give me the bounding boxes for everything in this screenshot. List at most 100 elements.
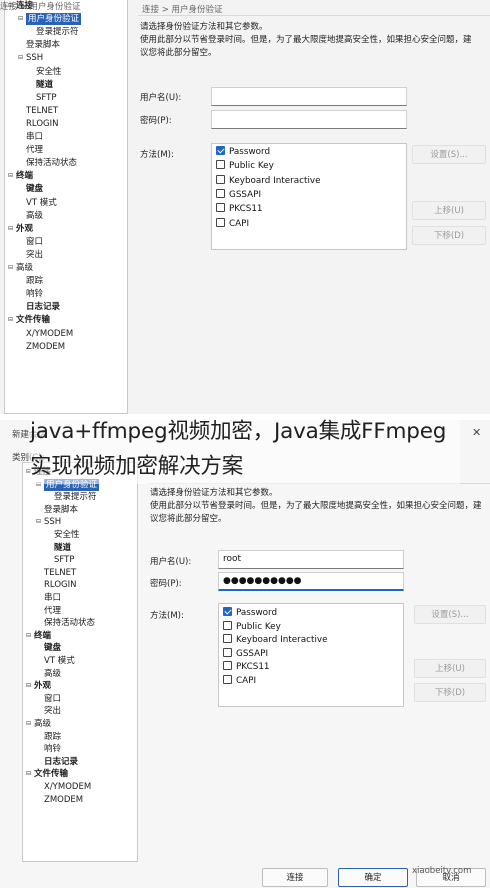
tree-item[interactable]: 登录提示符 — [46, 491, 97, 503]
checkbox-icon[interactable] — [223, 634, 232, 643]
method-option[interactable]: PKCS11 — [223, 661, 270, 674]
tree-item[interactable]: RLOGIN — [36, 579, 76, 591]
tree-item[interactable]: 保持活动状态 — [36, 617, 95, 629]
collapse-icon[interactable]: ⊟ — [36, 516, 43, 528]
tree-item[interactable]: ⊟ SSH — [36, 516, 61, 528]
tree-item[interactable]: ⊟ 文件传输 — [26, 768, 68, 780]
collapse-icon[interactable]: ⊟ — [26, 768, 33, 780]
tree-item[interactable]: ⊟ 用户身份验证 — [18, 13, 82, 26]
settings-button[interactable]: 设置(S)... — [414, 605, 486, 624]
tree-item[interactable]: X/YMODEM — [36, 781, 91, 793]
tree-item[interactable]: 高级 — [18, 210, 43, 222]
move-up-button[interactable]: 上移(U) — [412, 201, 486, 220]
method-option[interactable]: Password — [216, 146, 270, 159]
tree-item[interactable]: 登录脚本 — [18, 39, 60, 51]
tree-item[interactable]: 窗口 — [36, 693, 61, 705]
collapse-icon[interactable]: ⊟ — [26, 680, 33, 692]
checkbox-icon[interactable] — [223, 607, 232, 616]
settings-button[interactable]: 设置(S)... — [412, 145, 486, 164]
collapse-icon[interactable]: ⊟ — [8, 223, 15, 235]
tree-item[interactable]: 键盘 — [36, 642, 61, 654]
checkbox-icon[interactable] — [216, 188, 225, 198]
method-list[interactable]: Password Public Key Keyboard Interactive GS… — [218, 603, 404, 707]
collapse-icon[interactable]: ⊟ — [8, 314, 15, 326]
tree-item[interactable]: 代理 — [18, 144, 43, 156]
tree-item[interactable]: ZMODEM — [18, 341, 65, 353]
collapse-icon[interactable]: ⊟ — [8, 170, 15, 182]
move-up-button[interactable]: 上移(U) — [414, 659, 486, 678]
tree-item[interactable]: 突出 — [36, 705, 61, 717]
tree-item[interactable]: 串口 — [18, 131, 43, 143]
collapse-icon[interactable]: ⊟ — [26, 630, 33, 642]
move-down-button[interactable]: 下移(D) — [414, 683, 486, 702]
category-tree[interactable]: ⊟连接⊟用户身份验证登录提示符登录脚本⊟SSH安全性隧道SFTPTELNETRL… — [4, 0, 128, 414]
tree-item[interactable]: 保持活动状态 — [18, 157, 77, 169]
tree-item[interactable]: 登录提示符 — [28, 26, 79, 38]
tree-item[interactable]: 突出 — [18, 249, 43, 261]
username-input[interactable] — [211, 87, 407, 106]
tree-item[interactable]: SFTP — [46, 554, 74, 566]
method-option[interactable]: Public Key — [223, 620, 281, 634]
tree-item[interactable]: 键盘 — [18, 183, 43, 195]
tree-item[interactable]: 安全性 — [46, 529, 80, 541]
method-option[interactable]: GSSAPI — [216, 188, 261, 202]
tree-item[interactable]: TELNET — [18, 105, 58, 117]
method-option[interactable]: CAPI — [223, 674, 256, 688]
tree-item[interactable]: ZMODEM — [36, 794, 83, 806]
method-option[interactable]: Keyboard Interactive — [216, 174, 321, 188]
password-input[interactable]: ●●●●●●●●●● — [218, 572, 404, 591]
checkbox-icon[interactable] — [223, 674, 232, 684]
collapse-icon[interactable]: ⊟ — [18, 52, 25, 64]
tree-item[interactable]: 隧道 — [28, 79, 53, 91]
tree-item[interactable]: 窗口 — [18, 236, 43, 248]
tree-item[interactable]: TELNET — [36, 567, 76, 579]
method-option[interactable]: Public Key — [216, 160, 274, 173]
method-option[interactable]: PKCS11 — [216, 203, 263, 216]
tree-item[interactable]: ⊟ 终端 — [8, 170, 33, 182]
category-tree[interactable]: ⊟连接⊟用户身份验证登录提示符登录脚本⊟SSH安全性隧道SFTPTELNETRL… — [22, 462, 138, 862]
tree-item[interactable]: 跟踪 — [18, 275, 43, 287]
checkbox-icon[interactable] — [216, 217, 225, 227]
tree-item[interactable]: ⊟ 高级 — [26, 718, 51, 730]
checkbox-icon[interactable] — [223, 647, 232, 657]
collapse-icon[interactable]: ⊟ — [8, 262, 15, 274]
checkbox-icon[interactable] — [216, 160, 225, 170]
tree-item[interactable]: 串口 — [36, 592, 61, 604]
tree-item[interactable]: 响铃 — [18, 288, 43, 300]
tree-item[interactable]: 日志记录 — [18, 301, 60, 313]
tree-item[interactable]: RLOGIN — [18, 118, 58, 130]
tree-item[interactable]: X/YMODEM — [18, 328, 73, 340]
method-list[interactable]: Password Public Key Keyboard Interactive GS… — [211, 143, 407, 250]
method-option[interactable]: GSSAPI — [223, 647, 268, 661]
connect-button[interactable]: 连接 — [262, 868, 328, 887]
checkbox-icon[interactable] — [216, 174, 225, 184]
tree-item[interactable]: ⊟ 高级 — [8, 262, 33, 274]
collapse-icon[interactable]: ⊟ — [26, 718, 33, 730]
username-input[interactable]: root — [218, 550, 404, 569]
checkbox-icon[interactable] — [223, 661, 232, 670]
checkbox-icon[interactable] — [216, 203, 225, 213]
tree-item[interactable]: 登录脚本 — [36, 504, 78, 516]
tree-item[interactable]: VT 模式 — [36, 655, 75, 667]
tree-item[interactable]: SFTP — [28, 92, 56, 104]
tree-item[interactable]: ⊟ 文件传输 — [8, 314, 50, 326]
ok-button[interactable]: 确定 — [338, 868, 408, 887]
tree-item[interactable]: ⊟ 外观 — [26, 680, 51, 692]
tree-item[interactable]: 响铃 — [36, 743, 61, 755]
tree-item[interactable]: ⊟ 外观 — [8, 223, 33, 235]
tree-item[interactable]: 日志记录 — [36, 756, 78, 768]
close-icon[interactable]: ✕ — [472, 426, 481, 439]
password-input[interactable] — [211, 110, 407, 129]
method-option[interactable]: Keyboard Interactive — [223, 634, 328, 647]
checkbox-icon[interactable] — [223, 620, 232, 630]
move-down-button[interactable]: 下移(D) — [412, 226, 486, 245]
tree-item[interactable]: VT 模式 — [18, 197, 57, 209]
method-option[interactable]: Password — [223, 607, 277, 620]
tree-item[interactable]: 安全性 — [28, 66, 62, 78]
tree-item[interactable]: ⊟ SSH — [18, 52, 43, 64]
collapse-icon[interactable]: ⊟ — [18, 13, 25, 25]
checkbox-icon[interactable] — [216, 146, 225, 155]
tree-item[interactable]: 高级 — [36, 668, 61, 680]
tree-item[interactable]: 隧道 — [46, 542, 71, 554]
tree-item[interactable]: 代理 — [36, 605, 61, 617]
